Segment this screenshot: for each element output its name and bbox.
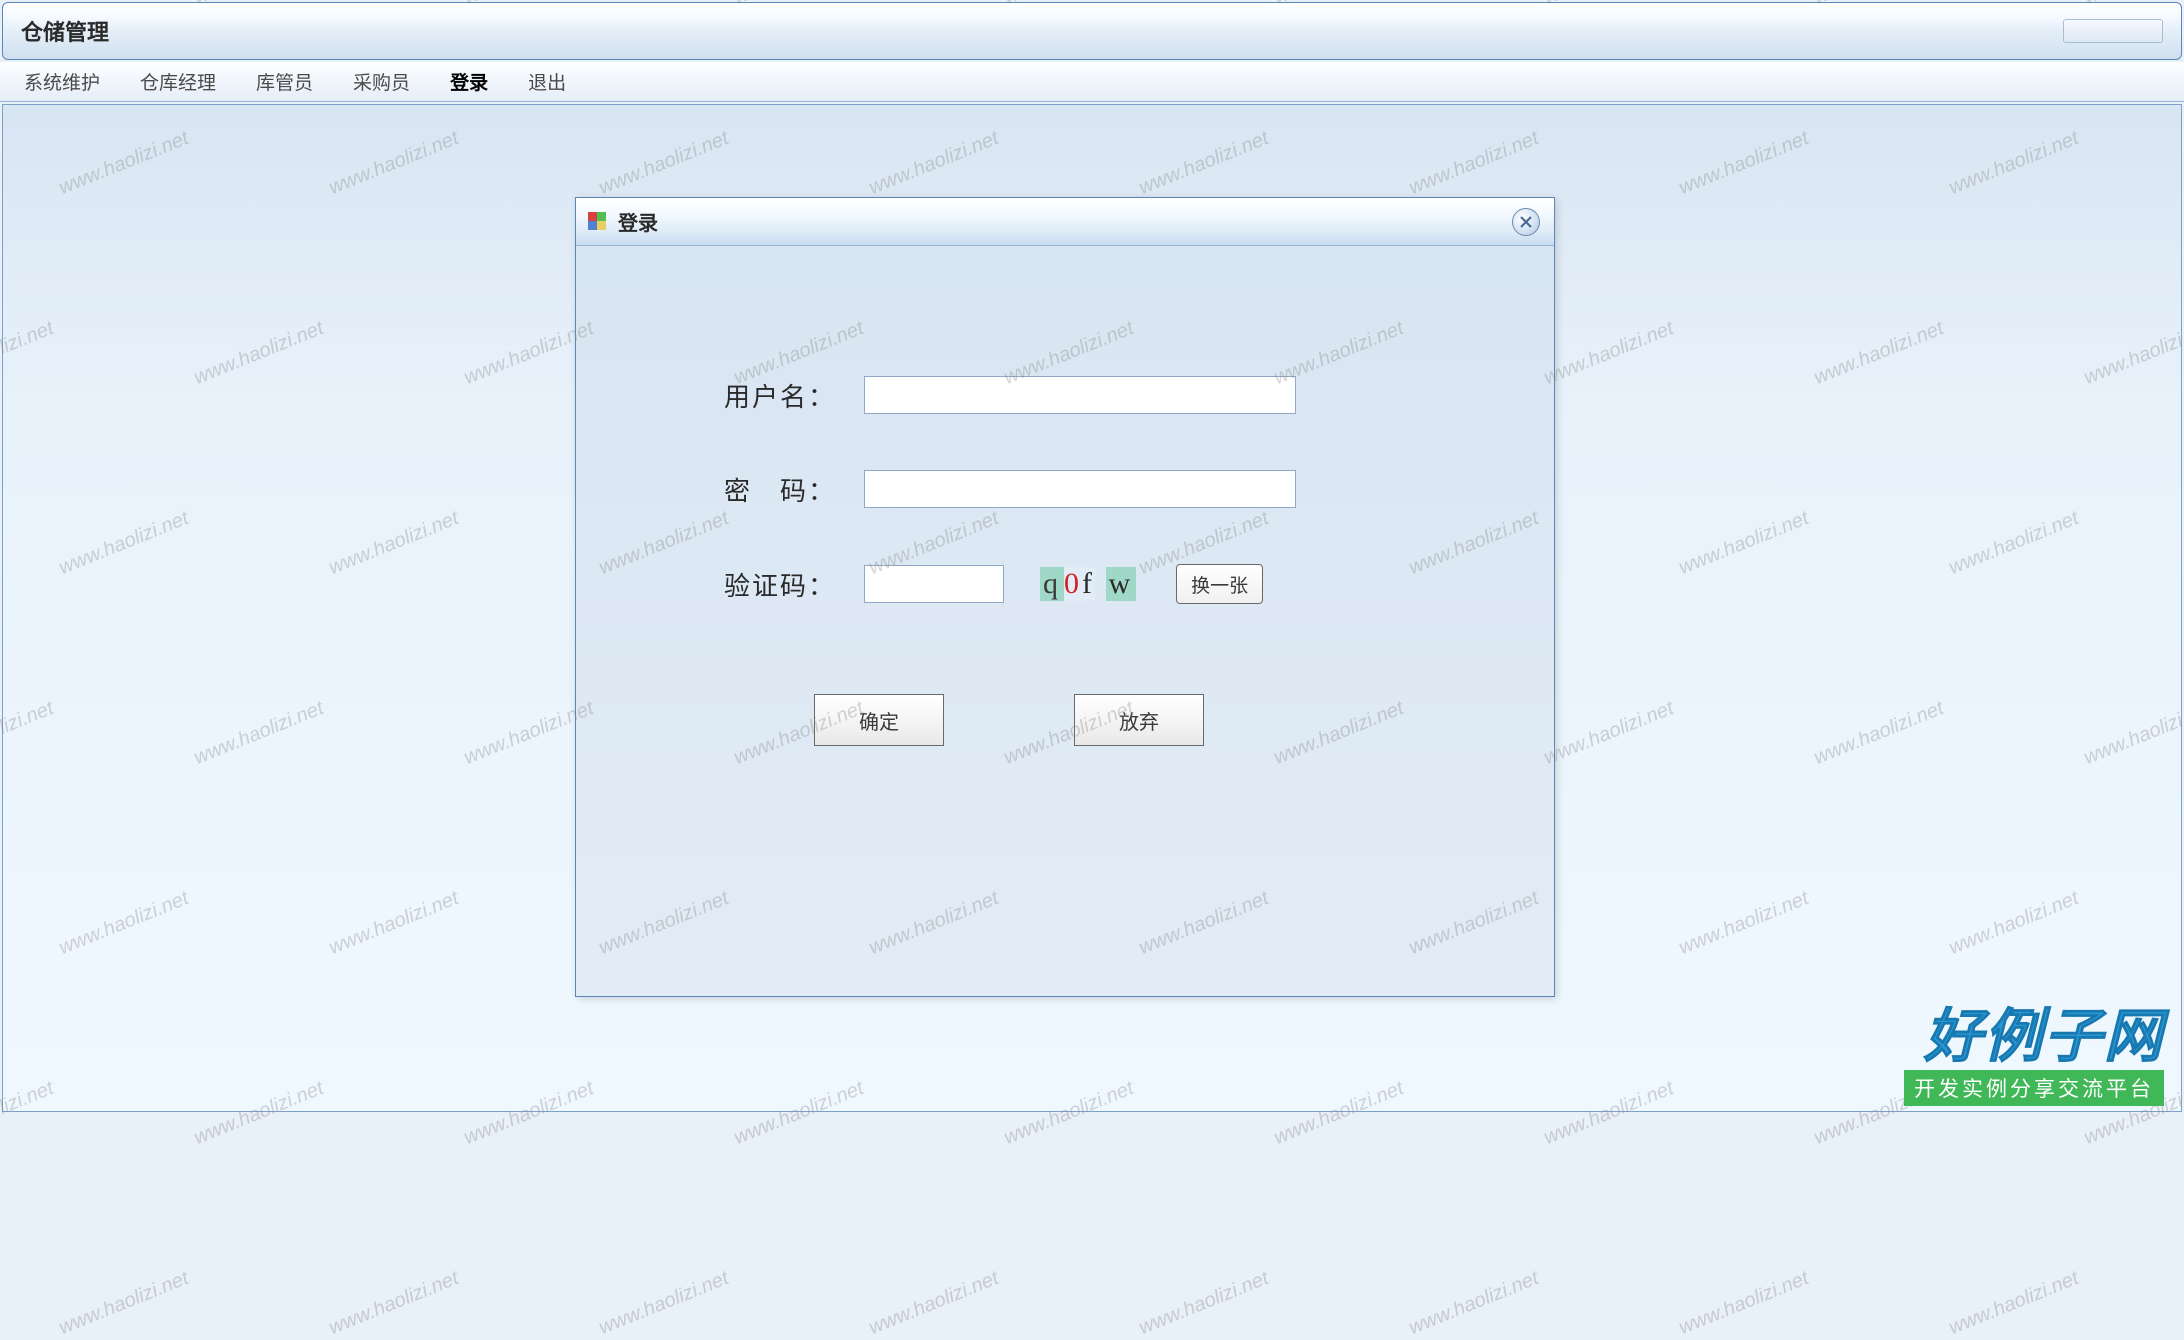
watermark-text: www.haolizi.net	[1136, 1267, 1272, 1340]
username-label: 用户名：	[724, 377, 864, 414]
captcha-char-1: q	[1040, 567, 1064, 601]
dialog-title: 登录	[618, 207, 658, 236]
menu-login[interactable]: 登录	[442, 64, 496, 99]
login-dialog: 登录 用户名： 密 码： 验证码：	[575, 197, 1555, 997]
watermark-text: www.haolizi.net	[56, 1267, 192, 1340]
menu-storekeeper[interactable]: 库管员	[248, 64, 321, 99]
password-input[interactable]	[864, 470, 1296, 508]
password-label: 密 码：	[724, 471, 864, 508]
watermark-text: www.haolizi.net	[326, 1267, 462, 1340]
menu-purchaser[interactable]: 采购员	[345, 64, 418, 99]
close-button[interactable]	[1512, 208, 1540, 236]
main-titlebar: 仓储管理	[2, 2, 2182, 60]
titlebar-control-button[interactable]	[2063, 19, 2163, 43]
password-row: 密 码：	[576, 470, 1554, 508]
brand-sub-text: 开发实例分享交流平台	[1904, 1070, 2164, 1106]
dialog-titlebar[interactable]: 登录	[576, 198, 1554, 246]
menu-system-maintenance[interactable]: 系统维护	[16, 64, 108, 99]
close-icon	[1520, 216, 1532, 228]
username-row: 用户名：	[576, 376, 1554, 414]
watermark-text: www.haolizi.net	[866, 1267, 1002, 1340]
captcha-image: q 0 f w	[1036, 567, 1140, 601]
app-title: 仓储管理	[21, 15, 109, 47]
refresh-captcha-button[interactable]: 换一张	[1176, 564, 1263, 604]
brand-logo: 好例子网 开发实例分享交流平台	[1904, 1008, 2164, 1106]
menu-warehouse-manager[interactable]: 仓库经理	[132, 64, 224, 99]
watermark-text: www.haolizi.net	[596, 1267, 732, 1340]
captcha-label: 验证码：	[724, 566, 864, 603]
cancel-button[interactable]: 放弃	[1074, 694, 1204, 746]
titlebar-controls	[2063, 19, 2163, 43]
dialog-body: 用户名： 密 码： 验证码： q 0 f w 换一张	[576, 246, 1554, 996]
watermark-text: www.haolizi.net	[1676, 1267, 1812, 1340]
menubar: 系统维护 仓库经理 库管员 采购员 登录 退出	[0, 62, 2184, 102]
brand-main-text: 好例子网	[1904, 1008, 2164, 1066]
watermark-text: www.haolizi.net	[1406, 1267, 1542, 1340]
captcha-input[interactable]	[864, 565, 1004, 603]
watermark-text: www.haolizi.net	[1946, 1267, 2082, 1340]
username-input[interactable]	[864, 376, 1296, 414]
ok-button[interactable]: 确定	[814, 694, 944, 746]
form-icon	[588, 212, 608, 232]
workspace: 登录 用户名： 密 码： 验证码：	[2, 104, 2182, 1112]
captcha-char-2: 0	[1064, 567, 1082, 601]
menu-exit[interactable]: 退出	[520, 64, 574, 99]
captcha-char-3: f	[1082, 567, 1095, 601]
captcha-row: 验证码： q 0 f w 换一张	[576, 564, 1554, 604]
button-row: 确定 放弃	[576, 694, 1554, 746]
captcha-char-4: w	[1106, 567, 1137, 601]
